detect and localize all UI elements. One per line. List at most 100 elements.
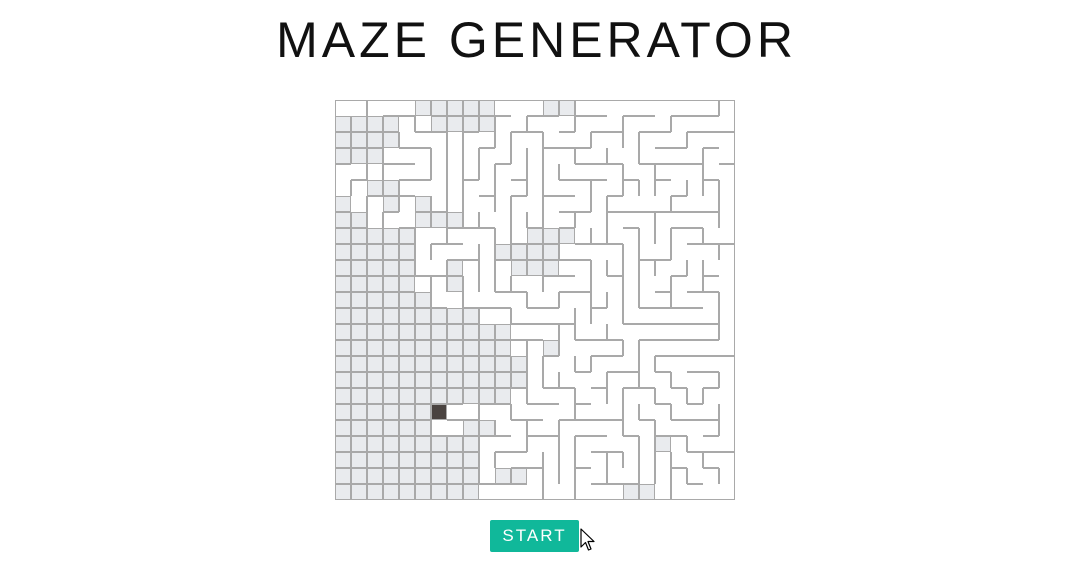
maze-cell	[479, 452, 495, 468]
maze-cell	[639, 340, 655, 356]
visited-cell	[399, 340, 415, 356]
maze-cell	[671, 132, 687, 148]
maze-cell	[495, 436, 511, 452]
visited-cell	[367, 148, 383, 164]
maze-cell	[479, 228, 495, 244]
visited-cell	[463, 452, 479, 468]
maze-cell	[463, 164, 479, 180]
start-button[interactable]: START	[490, 520, 579, 552]
visited-cell	[479, 388, 495, 404]
maze-cell	[543, 132, 559, 148]
visited-cell	[367, 292, 383, 308]
maze-cell	[671, 388, 687, 404]
maze-cell	[559, 244, 575, 260]
maze-cell	[591, 148, 607, 164]
maze-cell	[383, 148, 399, 164]
maze-cell	[463, 276, 479, 292]
maze-cell	[719, 244, 735, 260]
maze-cell	[703, 100, 719, 116]
maze-cell	[623, 420, 639, 436]
maze-cell	[543, 276, 559, 292]
maze-cell	[703, 260, 719, 276]
visited-cell	[399, 308, 415, 324]
maze-cell	[655, 484, 671, 500]
visited-cell	[543, 340, 559, 356]
maze-cell	[543, 404, 559, 420]
visited-cell	[447, 340, 463, 356]
visited-cell	[351, 148, 367, 164]
maze-cell	[559, 388, 575, 404]
maze-cell	[447, 180, 463, 196]
maze-cell	[495, 420, 511, 436]
maze-cell	[719, 212, 735, 228]
maze-cell	[703, 292, 719, 308]
maze-cell	[719, 292, 735, 308]
maze-cell	[639, 116, 655, 132]
maze-cell	[527, 116, 543, 132]
maze-cell	[527, 180, 543, 196]
maze-cell	[687, 436, 703, 452]
visited-cell	[447, 484, 463, 500]
visited-cell	[367, 468, 383, 484]
maze-cell	[479, 132, 495, 148]
maze-cell	[719, 324, 735, 340]
maze-cell	[671, 212, 687, 228]
maze-cell	[527, 100, 543, 116]
visited-cell	[463, 100, 479, 116]
maze-cell	[623, 372, 639, 388]
visited-cell	[367, 244, 383, 260]
maze-cell	[719, 452, 735, 468]
maze-cell	[511, 324, 527, 340]
visited-cell	[431, 100, 447, 116]
maze-cell	[607, 468, 623, 484]
maze-cell	[527, 420, 543, 436]
visited-cell	[351, 212, 367, 228]
maze-cell	[591, 292, 607, 308]
visited-cell	[447, 436, 463, 452]
visited-cell	[415, 212, 431, 228]
maze-cell	[719, 436, 735, 452]
maze-cell	[511, 452, 527, 468]
maze-cell	[415, 164, 431, 180]
visited-cell	[447, 372, 463, 388]
maze-cell	[623, 356, 639, 372]
maze-cell	[527, 148, 543, 164]
maze-cell	[623, 228, 639, 244]
maze-cell	[655, 148, 671, 164]
maze-cell	[655, 164, 671, 180]
maze-cell	[703, 388, 719, 404]
maze-cell	[671, 116, 687, 132]
maze-cell	[623, 324, 639, 340]
maze-cell	[655, 372, 671, 388]
maze-cell	[495, 228, 511, 244]
visited-cell	[335, 292, 351, 308]
maze-cell	[559, 212, 575, 228]
visited-cell	[351, 260, 367, 276]
maze-cell	[655, 132, 671, 148]
visited-cell	[511, 372, 527, 388]
visited-cell	[527, 260, 543, 276]
visited-cell	[367, 372, 383, 388]
maze-cell	[559, 292, 575, 308]
maze-cell	[543, 196, 559, 212]
maze-cell	[591, 404, 607, 420]
maze-cell	[527, 404, 543, 420]
maze-cell	[575, 324, 591, 340]
maze-cell	[559, 164, 575, 180]
visited-cell	[383, 276, 399, 292]
maze-cell	[351, 100, 367, 116]
maze-cell	[559, 436, 575, 452]
visited-cell	[367, 180, 383, 196]
maze-cell	[463, 260, 479, 276]
visited-cell	[559, 228, 575, 244]
maze-cell	[719, 388, 735, 404]
visited-cell	[447, 276, 463, 292]
maze-cell	[687, 116, 703, 132]
maze-cell	[607, 420, 623, 436]
maze-cell	[559, 180, 575, 196]
maze-cell	[671, 452, 687, 468]
maze-cell	[719, 164, 735, 180]
maze-cell	[543, 308, 559, 324]
maze-cell	[431, 228, 447, 244]
maze-cell	[687, 180, 703, 196]
